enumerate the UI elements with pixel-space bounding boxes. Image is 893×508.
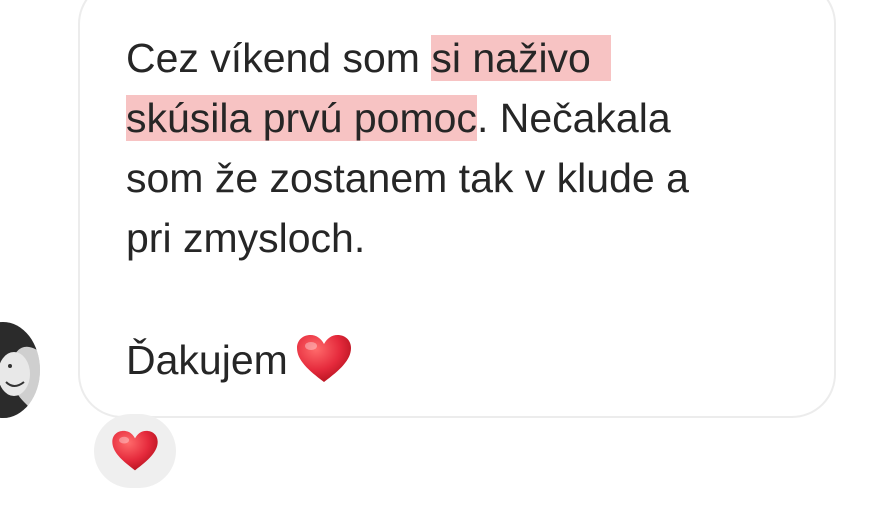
highlighted-text: si naživo [431, 35, 611, 81]
message-line-5: Ďakujem [126, 334, 352, 384]
reaction-badge[interactable] [94, 414, 176, 488]
heart-reaction-icon [112, 430, 158, 471]
chat-view: Cez víkend som si naživo skúsila prvú po… [0, 0, 893, 508]
avatar-image [0, 322, 40, 418]
highlighted-text: skúsila prvú pomoc [126, 95, 477, 141]
message-line-1: Cez víkend som si naživo [126, 34, 611, 82]
message-line-3: som že zostanem tak v klude a [126, 155, 689, 201]
heart-icon [296, 335, 351, 382]
user-avatar[interactable] [0, 322, 40, 418]
message-text: Cez víkend som [126, 35, 432, 81]
message-text: Ďakujem [126, 337, 288, 383]
message-line-2: skúsila prvú pomoc. Nečakala [126, 94, 671, 142]
message-text: . Nečakala [476, 95, 671, 141]
message-line-4: pri zmysloch. [126, 215, 366, 261]
